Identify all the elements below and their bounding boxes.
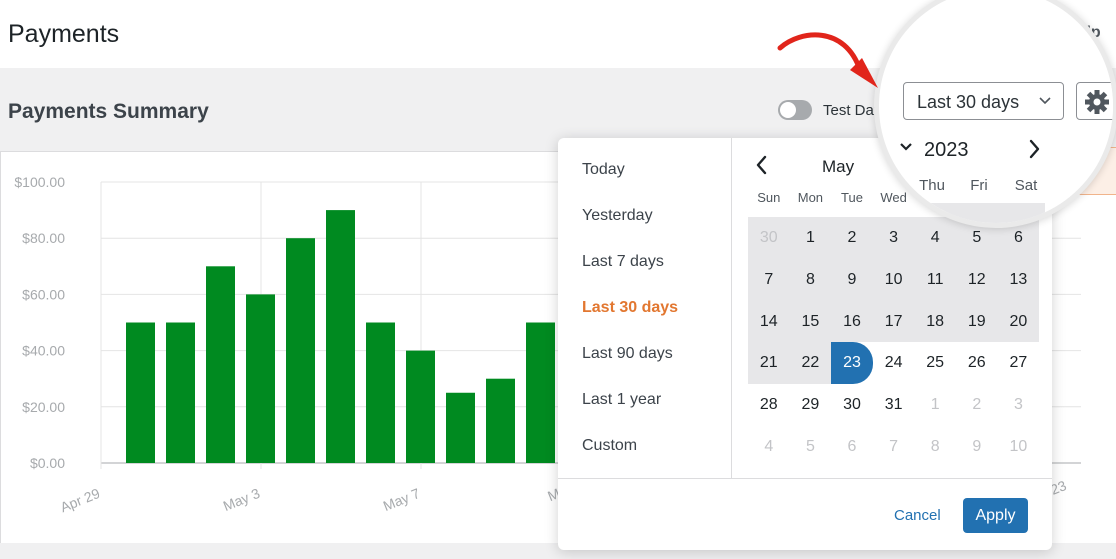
chart-bar-may-10[interactable] [526,322,555,464]
calendar-day[interactable]: 20 [997,300,1040,343]
calendar-day[interactable]: 3 [998,384,1040,426]
cancel-button[interactable]: Cancel [894,507,941,524]
gear-icon [1085,90,1109,114]
section-title: Payments Summary [8,100,209,123]
calendar-day[interactable]: 28 [748,384,790,426]
zoom-callout: Last 30 days 2023 Thu Fri Sat [874,0,1116,228]
date-range-select-label: Last 30 days [917,92,1020,112]
calendar-day[interactable]: 17 [872,300,915,343]
chevron-down-icon [1038,90,1052,115]
chart-bar-may-2[interactable] [206,266,235,463]
calendar-day[interactable]: 19 [956,300,998,343]
chart-bar-may-7[interactable] [406,350,435,463]
chart-bar-may-3[interactable] [246,294,275,463]
chevron-down-icon[interactable] [899,140,913,159]
date-range-select[interactable]: Last 30 days [903,82,1064,120]
calendar-day[interactable]: 7 [873,426,915,468]
preset-last-30-days[interactable]: Last 30 days [582,299,678,317]
y-tick-label: $100.00 [14,174,65,190]
calendar-day[interactable]: 14 [748,300,790,343]
calendar-day[interactable]: 8 [914,426,956,468]
calendar-day[interactable]: 31 [873,384,915,426]
calendar-day-selected[interactable]: 23 [831,342,873,385]
x-tick-label: Apr 29 [58,485,102,515]
weekday-tue: Tue [841,190,863,205]
calendar-day[interactable]: 18 [914,300,956,343]
calendar-day[interactable]: 10 [872,258,915,301]
test-data-toggle[interactable] [778,100,812,120]
calendar-day[interactable]: 8 [789,258,832,301]
calendar-day[interactable]: 2 [956,384,998,426]
chart-bar-may-6[interactable] [366,322,395,464]
y-tick-label: $20.00 [22,399,65,415]
calendar-day[interactable]: 15 [789,300,832,343]
calendar-day[interactable]: 13 [997,258,1040,301]
y-tick-label: $40.00 [22,343,65,359]
calendar-day[interactable]: 21 [748,342,790,385]
calendar-day[interactable]: 9 [956,426,998,468]
weekday-sun: Sun [757,190,781,205]
chevron-left-icon[interactable] [754,154,768,182]
calendar-day[interactable]: 11 [914,258,956,301]
calendar-day[interactable]: 4 [748,426,790,468]
chart-bar-may-4[interactable] [286,238,315,463]
calendar-day[interactable]: 6 [831,426,873,468]
preset-last-1-year[interactable]: Last 1 year [582,391,661,409]
calendar-day[interactable]: 29 [790,384,832,426]
preset-yesterday[interactable]: Yesterday [582,207,653,225]
x-tick-label: May 7 [381,485,423,514]
calendar-day[interactable]: 1 [914,384,956,426]
calendar-day[interactable]: 4 [914,217,956,259]
calendar-day[interactable]: 2 [831,217,873,259]
weekday-thu-zoom: Thu [919,177,945,194]
calendar-day[interactable]: 26 [956,342,998,384]
preset-custom[interactable]: Custom [582,437,637,455]
calendar-day[interactable]: 27 [998,342,1040,384]
calendar-day[interactable]: 24 [873,342,915,384]
chart-bar-may-9[interactable] [486,378,515,463]
calendar-day[interactable]: 1 [789,217,832,259]
calendar-day[interactable]: 12 [956,258,998,301]
panel-footer: Cancel Apply [558,478,1052,550]
y-tick-label: $60.00 [22,286,65,302]
apply-button[interactable]: Apply [963,498,1028,533]
chart-bar-apr-30[interactable] [126,322,155,464]
preset-list: Today Yesterday Last 7 days Last 30 days Las… [558,138,732,478]
calendar-day[interactable]: 3 [872,217,915,259]
y-tick-label: $80.00 [22,230,65,246]
x-tick-label: May 3 [221,485,263,514]
chart-bar-may-1[interactable] [166,322,195,464]
settings-button[interactable] [1076,82,1113,120]
y-tick-label: $0.00 [30,455,65,471]
calendar-day[interactable]: 30 [831,384,873,426]
calendar-day[interactable]: 22 [789,342,832,385]
calendar-day[interactable]: 9 [831,258,873,301]
calendar-day[interactable]: 5 [790,426,832,468]
calendar-day[interactable]: 25 [914,342,956,384]
chevron-right-icon[interactable] [1028,138,1042,167]
calendar-month[interactable]: May [822,157,854,177]
calendar-day[interactable]: 30 [748,217,790,259]
preset-last-7-days[interactable]: Last 7 days [582,253,664,271]
calendar-day[interactable]: 16 [831,300,873,343]
preset-last-90-days[interactable]: Last 90 days [582,345,673,363]
page-title: Payments [8,20,120,48]
weekday-fri-zoom: Fri [970,177,988,194]
weekday-mon: Mon [797,190,824,205]
calendar-day[interactable]: 7 [748,258,790,301]
chart-bar-may-8[interactable] [446,392,475,463]
zoom-range-row [905,203,1045,223]
toggle-knob [780,102,796,118]
calendar-day[interactable]: 10 [998,426,1040,468]
chart-bar-may-5[interactable] [326,210,355,463]
weekday-sat-zoom: Sat [1014,177,1038,194]
preset-today[interactable]: Today [582,161,625,179]
calendar-year-zoom[interactable]: 2023 [924,139,969,162]
